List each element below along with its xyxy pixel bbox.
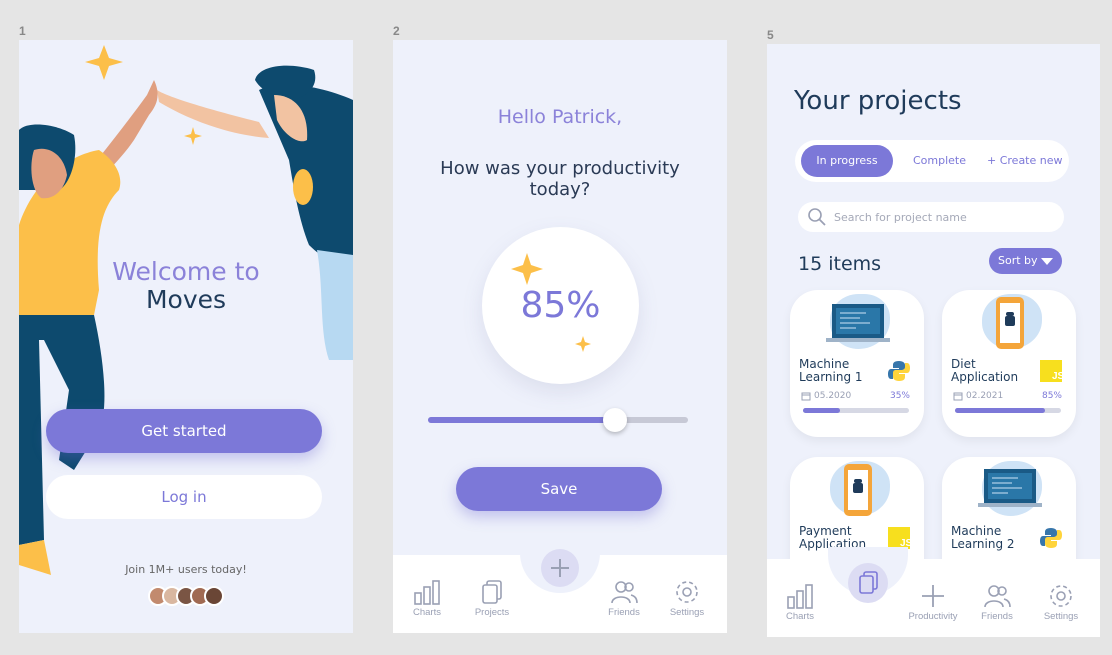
sort-by-dropdown[interactable]: Sort by [989,248,1062,274]
tab-friends[interactable]: Friends [967,583,1027,622]
tab-charts[interactable]: Charts [770,583,830,622]
python-icon [1040,528,1062,548]
plus-icon [922,585,944,607]
productivity-screen: Hello Patrick, How was your productivity… [393,40,727,633]
sparkle-icon [575,336,591,352]
search-icon [808,208,826,226]
project-progress-bar [803,408,909,413]
plus-icon [551,559,569,577]
tab-settings-label: Settings [1043,611,1079,622]
high-five-illustration [19,45,353,575]
search-bar [798,202,1064,232]
tab-projects[interactable]: Projects [462,579,522,618]
tab-projects-active[interactable] [848,563,888,603]
project-date: 02.2021 [966,391,1004,401]
project-progress-bar [955,408,1061,413]
productivity-gauge: 85% [482,227,639,384]
project-name: Machine Learning 2 [951,524,1015,551]
welcome-title-line2: Moves [145,285,227,314]
greeting: Hello Patrick, [497,106,623,128]
project-filter-tabs: In progress Complete + Create new [795,140,1069,182]
get-started-button[interactable]: Get started [46,409,322,453]
chevron-down-icon [1041,258,1053,265]
productivity-slider[interactable] [428,408,688,432]
create-new-button[interactable]: + Create new [987,145,1063,177]
bottom-tab-bar: Charts Productivity Friends Settings [767,547,1100,637]
project-name: Diet Application [951,357,1019,384]
slider-thumb[interactable] [603,408,628,432]
welcome-title: Welcome to Moves [19,258,353,314]
tab-settings[interactable]: Settings [657,579,717,618]
items-count: 15 items [798,253,882,275]
tab-productivity-label: Productivity [908,611,958,622]
laptop-icon [826,304,890,342]
tab-friends-label: Friends [608,607,640,618]
save-button[interactable]: Save [456,467,662,511]
welcome-screen: Welcome to Moves Get started Log in Join… [19,40,353,633]
copy-icon [482,580,502,604]
calendar-icon [801,392,811,401]
tab-charts[interactable]: Charts [397,579,457,618]
login-button[interactable]: Log in [46,475,322,519]
tab-projects-label: Projects [474,607,510,618]
tab-charts-label: Charts [413,607,441,618]
tab-charts-label: Charts [786,611,814,622]
progress-fill [803,408,841,413]
javascript-icon: JS [888,527,910,549]
project-percent: 85% [1041,391,1062,401]
progress-fill [955,408,1046,413]
page-title: Your projects [794,86,962,116]
project-card[interactable]: Machine Learning 1 05.2020 35% [790,290,924,437]
add-button[interactable] [541,549,579,587]
python-icon [888,361,910,381]
welcome-title-line1: Welcome to [112,257,260,286]
search-input[interactable] [834,202,1054,232]
productivity-question: How was your productivity today? [440,158,680,200]
gear-icon [676,581,698,603]
calendar-icon [953,392,963,401]
project-date: 05.2020 [814,391,852,401]
users-icon [984,585,1011,608]
android-phone-icon [844,464,872,516]
tab-settings[interactable]: Settings [1031,583,1091,622]
projects-screen: Your projects In progress Complete + Cre… [767,44,1100,637]
avatar [204,586,224,606]
project-card[interactable]: Diet Application JS 02.2021 85% [942,290,1076,437]
project-percent: 35% [889,391,910,401]
bar-chart-icon [787,584,813,609]
tab-complete[interactable]: Complete [913,145,966,177]
tab-productivity[interactable]: Productivity [900,583,966,622]
sort-by-label: Sort by [998,254,1038,267]
bar-chart-icon [414,580,440,605]
android-phone-icon [996,297,1024,349]
bottom-tab-bar: Charts Projects Friends Settings [393,545,727,633]
javascript-icon: JS [1040,360,1062,382]
tab-in-progress[interactable]: In progress [801,145,893,177]
laptop-icon [978,469,1042,507]
slider-fill [428,417,616,423]
tab-settings-label: Settings [669,607,705,618]
frame-number-2: 2 [393,24,400,38]
users-icon [611,581,638,604]
svg-text:JS: JS [1052,371,1062,382]
tab-friends[interactable]: Friends [594,579,654,618]
productivity-value: 85% [520,285,601,326]
tab-friends-label: Friends [981,611,1013,622]
copy-icon [859,571,878,594]
project-name: Machine Learning 1 [799,357,863,384]
frame-number-5: 5 [767,28,774,42]
gear-icon [1050,585,1072,607]
frame-number-1: 1 [19,24,26,38]
user-avatars [148,586,228,606]
join-users-text: Join 1M+ users today! [125,563,247,576]
